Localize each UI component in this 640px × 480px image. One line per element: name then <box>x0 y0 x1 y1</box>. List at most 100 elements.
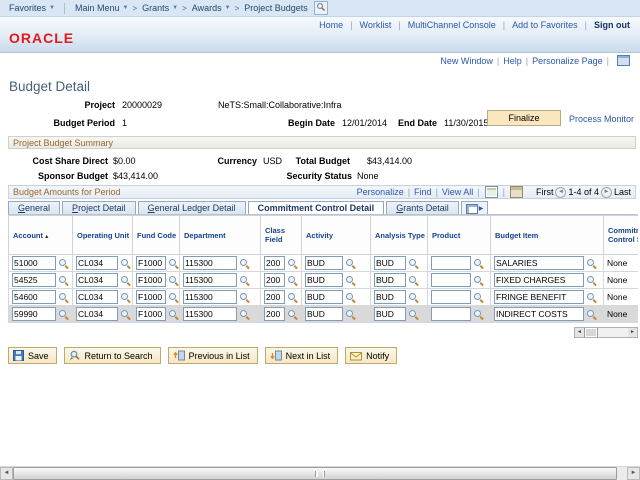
column-header-activity[interactable]: Activity <box>302 216 371 255</box>
lookup-icon[interactable] <box>586 309 597 320</box>
column-header-cc_status[interactable]: Commitment Control Status <box>604 216 639 255</box>
grid-link-personalize[interactable]: Personalize <box>357 187 404 197</box>
last-link[interactable]: Last <box>614 187 631 197</box>
column-header-budget_item[interactable]: Budget Item <box>491 216 604 255</box>
header-link-home[interactable]: Home <box>319 20 343 30</box>
previous-rows-icon[interactable]: ◄ <box>555 187 566 198</box>
utility-link-new-window[interactable]: New Window <box>440 56 493 66</box>
lookup-icon[interactable] <box>408 258 419 269</box>
lookup-icon[interactable] <box>473 309 484 320</box>
tab-project-detail[interactable]: Project Detail <box>62 201 136 215</box>
department-input[interactable] <box>183 256 237 270</box>
lookup-icon[interactable] <box>168 292 179 303</box>
lookup-icon[interactable] <box>239 275 250 286</box>
fund_code-input[interactable] <box>136 273 166 287</box>
grid-horizontal-scrollbar[interactable]: ◄ ► <box>574 327 638 338</box>
analysis_type-input[interactable] <box>374 256 406 270</box>
breadcrumb-item-grants[interactable]: Grants <box>142 3 169 13</box>
next-rows-icon[interactable]: ► <box>601 187 612 198</box>
scroll-left-icon[interactable]: ◄ <box>575 328 584 337</box>
lookup-icon[interactable] <box>120 275 131 286</box>
lookup-icon[interactable] <box>239 292 250 303</box>
sign-out-link[interactable]: Sign out <box>594 20 630 30</box>
lookup-icon[interactable] <box>120 258 131 269</box>
lookup-icon[interactable] <box>239 258 250 269</box>
lookup-icon[interactable] <box>287 292 298 303</box>
save-button[interactable]: Save <box>8 347 57 364</box>
activity-input[interactable] <box>305 290 343 304</box>
lookup-icon[interactable] <box>473 258 484 269</box>
grid-scroll-thumb[interactable] <box>584 328 598 337</box>
previous-in-list-button[interactable]: Previous in List <box>168 347 258 364</box>
process-monitor-link[interactable]: Process Monitor <box>569 114 634 124</box>
class_field-input[interactable] <box>264 256 285 270</box>
lookup-icon[interactable] <box>58 275 69 286</box>
breadcrumb-search-icon[interactable] <box>314 1 328 15</box>
fund_code-input[interactable] <box>136 307 166 321</box>
column-header-analysis_type[interactable]: Analysis Type <box>371 216 428 255</box>
tab-commitment-control-detail[interactable]: Commitment Control Detail <box>248 201 385 215</box>
analysis_type-input[interactable] <box>374 273 406 287</box>
fund_code-input[interactable] <box>136 290 166 304</box>
class_field-input[interactable] <box>264 307 285 321</box>
utility-link-personalize-page[interactable]: Personalize Page <box>532 56 603 66</box>
tab-general-ledger-detail[interactable]: General Ledger Detail <box>138 201 246 215</box>
account-input[interactable] <box>12 307 56 321</box>
column-header-product[interactable]: Product <box>428 216 491 255</box>
lookup-icon[interactable] <box>345 275 356 286</box>
class_field-input[interactable] <box>264 273 285 287</box>
menu-caret-icon[interactable]: ▼ <box>172 5 178 11</box>
lookup-icon[interactable] <box>345 309 356 320</box>
zoom-grid-icon[interactable] <box>510 186 523 198</box>
activity-input[interactable] <box>305 256 343 270</box>
column-header-account[interactable]: Account▲ <box>9 216 73 255</box>
department-input[interactable] <box>183 273 237 287</box>
operating_unit-input[interactable] <box>76 256 118 270</box>
grid-link-find[interactable]: Find <box>414 187 432 197</box>
column-header-class_field[interactable]: Class Field <box>261 216 302 255</box>
product-input[interactable] <box>431 256 471 270</box>
page-scroll-thumb[interactable] <box>13 467 617 480</box>
budget_item-input[interactable] <box>494 290 584 304</box>
class_field-input[interactable] <box>264 290 285 304</box>
account-input[interactable] <box>12 273 56 287</box>
scroll-right-icon[interactable]: ► <box>628 328 637 337</box>
utility-link-help[interactable]: Help <box>503 56 522 66</box>
account-input[interactable] <box>12 290 56 304</box>
header-link-add-to-favorites[interactable]: Add to Favorites <box>512 20 578 30</box>
grid-link-view-all[interactable]: View All <box>442 187 473 197</box>
column-header-operating_unit[interactable]: Operating Unit <box>73 216 133 255</box>
lookup-icon[interactable] <box>473 292 484 303</box>
lookup-icon[interactable] <box>473 275 484 286</box>
lookup-icon[interactable] <box>239 309 250 320</box>
lookup-icon[interactable] <box>168 275 179 286</box>
page-horizontal-scrollbar[interactable]: ◄ ► <box>0 466 640 480</box>
breadcrumb-item-main-menu[interactable]: Main Menu <box>75 3 120 13</box>
lookup-icon[interactable] <box>287 275 298 286</box>
lookup-icon[interactable] <box>120 292 131 303</box>
activity-input[interactable] <box>305 307 343 321</box>
department-input[interactable] <box>183 290 237 304</box>
product-input[interactable] <box>431 307 471 321</box>
fund_code-input[interactable] <box>136 256 166 270</box>
return-to-search-button[interactable]: Return to Search <box>64 347 161 364</box>
lookup-icon[interactable] <box>586 258 597 269</box>
account-input[interactable] <box>12 256 56 270</box>
lookup-icon[interactable] <box>408 309 419 320</box>
show-all-columns-icon[interactable]: ▶ <box>461 201 489 215</box>
notify-button[interactable]: Notify <box>345 347 397 364</box>
lookup-icon[interactable] <box>58 292 69 303</box>
personalize-layout-icon[interactable] <box>617 55 630 66</box>
budget_item-input[interactable] <box>494 307 584 321</box>
operating_unit-input[interactable] <box>76 307 118 321</box>
favorites-menu[interactable]: Favorites <box>9 3 46 13</box>
next-in-list-button[interactable]: Next in List <box>265 347 339 364</box>
first-link[interactable]: First <box>536 187 554 197</box>
product-input[interactable] <box>431 273 471 287</box>
menu-caret-icon[interactable]: ▼ <box>225 5 231 11</box>
lookup-icon[interactable] <box>168 258 179 269</box>
menu-caret-icon[interactable]: ▼ <box>123 5 129 11</box>
finalize-button[interactable]: Finalize <box>487 110 561 126</box>
activity-input[interactable] <box>305 273 343 287</box>
breadcrumb-item-project-budgets[interactable]: Project Budgets <box>244 3 308 13</box>
